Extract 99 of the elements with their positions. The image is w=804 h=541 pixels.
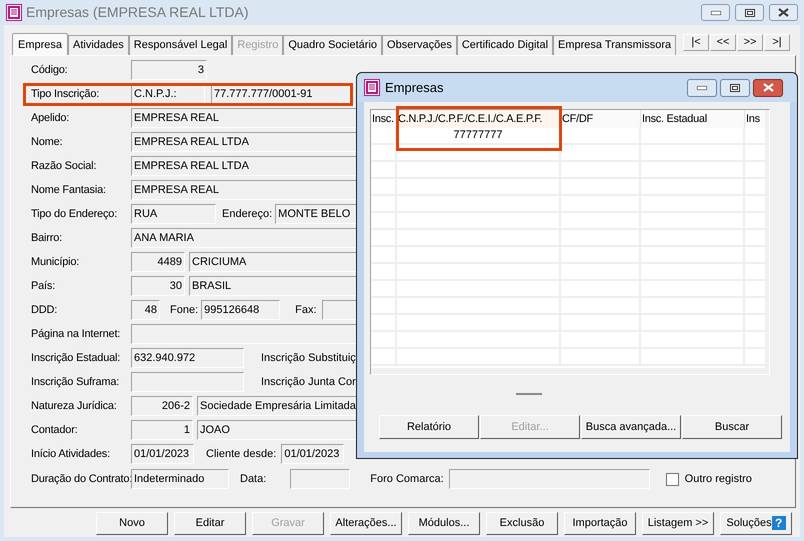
button[interactable]: Busca avançada...	[581, 415, 681, 439]
button[interactable]: Editar	[174, 512, 246, 535]
minimize-icon	[697, 86, 707, 90]
text-field[interactable]: 206-2	[131, 396, 193, 416]
text-field[interactable]: MONTE BELO	[275, 204, 357, 224]
field-label: Duração do Contrato:	[30, 472, 131, 487]
text-field[interactable]: Indeterminado	[131, 469, 229, 489]
field-label: Tipo Inscrição:	[30, 86, 100, 102]
button[interactable]: Relatório	[379, 415, 479, 439]
document-icon	[364, 79, 380, 96]
button[interactable]: Exclusão	[486, 512, 558, 535]
text-field[interactable]: 48	[131, 300, 160, 320]
tab[interactable]: Quadro Societário	[283, 35, 382, 55]
column-header[interactable]: Insc.	[371, 110, 397, 128]
text-field[interactable]	[448, 469, 650, 489]
tab[interactable]: Atividades	[68, 35, 129, 55]
button[interactable]: Listagem >>	[642, 512, 714, 535]
text-field[interactable]: CRICIUMA	[189, 252, 357, 272]
field-label: Início Atividades:	[30, 446, 111, 462]
text-field[interactable]	[131, 324, 357, 344]
tab[interactable]: Certificado Digital	[456, 35, 554, 55]
text-field[interactable]: 01/01/2023	[131, 444, 194, 464]
restore-icon	[744, 8, 754, 16]
field-label: Apelido:	[30, 110, 70, 126]
minimize-icon	[710, 10, 720, 14]
field-label: Fone:	[170, 302, 198, 318]
text-field[interactable]: 4489	[131, 252, 185, 272]
field-label: Natureza Jurídica:	[30, 398, 118, 414]
scrollbar-thumb	[516, 393, 542, 395]
nav-button[interactable]: <<	[710, 34, 736, 51]
column-header[interactable]: Ins	[745, 110, 765, 128]
text-field[interactable]: 632.940.972	[131, 348, 244, 368]
field-label: Foro Comarca:	[370, 472, 444, 487]
field-label: Inscrição Junta Cor	[261, 374, 356, 390]
nav-button[interactable]: >|	[764, 34, 790, 51]
field-label: Inscrição Estadual:	[30, 350, 122, 366]
tab[interactable]: Observações	[382, 35, 457, 55]
button[interactable]: Alterações...	[330, 512, 402, 535]
field-label: Bairro:	[30, 230, 63, 246]
text-field[interactable]: RUA	[131, 204, 216, 224]
text-field[interactable]: Sociedade Empresária Limitada	[197, 396, 357, 416]
column-header[interactable]: CF/DF	[561, 110, 641, 128]
text-field[interactable]: EMPRESA REAL	[131, 108, 357, 128]
button[interactable]: Novo	[96, 512, 168, 535]
nav-button[interactable]: |<	[683, 34, 709, 51]
help-icon: ?	[772, 516, 786, 530]
text-field[interactable]: 30	[131, 276, 185, 296]
text-field[interactable]: 01/01/2023	[281, 444, 344, 464]
text-field[interactable]	[131, 372, 244, 392]
field-label: Inscrição Suframa:	[30, 374, 120, 390]
button[interactable]: Buscar	[682, 415, 782, 439]
checkbox-label: Outro registro	[684, 472, 752, 487]
field-label: Endereço:	[222, 206, 272, 222]
text-field[interactable]: EMPRESA REAL	[131, 180, 357, 200]
close-button[interactable]	[753, 78, 783, 96]
close-icon	[762, 83, 774, 92]
field-label: Razão Social:	[30, 158, 98, 174]
minimize-button[interactable]	[701, 4, 730, 21]
field-label: Nome:	[30, 134, 64, 150]
button[interactable]: Importação	[564, 512, 636, 535]
text-field[interactable]: JOAO	[197, 420, 357, 440]
minimize-button[interactable]	[687, 78, 717, 96]
button[interactable]: Soluções ?	[720, 512, 792, 535]
tab[interactable]: Empresa Transmissora	[553, 35, 676, 55]
dialog-title: Empresas	[385, 78, 444, 97]
close-icon	[778, 8, 789, 17]
field-label: DDD:	[30, 302, 58, 318]
field-label: Município:	[30, 254, 80, 270]
field-label: Data:	[240, 472, 266, 487]
text-field[interactable]: BRASIL	[189, 276, 357, 296]
maximize-button[interactable]	[735, 4, 764, 21]
field-label: Página na Internet:	[30, 326, 122, 342]
text-field[interactable]: ANA MARIA	[131, 228, 357, 248]
field-label: Cliente desde:	[206, 446, 276, 462]
checkbox[interactable]	[666, 472, 679, 486]
restore-icon	[730, 84, 740, 92]
tab[interactable]: Responsável Legal	[128, 35, 232, 55]
field-label: Nome Fantasia:	[30, 182, 107, 198]
field-label: País:	[30, 278, 56, 294]
field-label: Fax:	[295, 302, 317, 318]
text-field[interactable]	[290, 469, 350, 489]
field-label: Código:	[30, 62, 69, 78]
field-label: Inscrição Substituiç	[261, 350, 356, 366]
column-header[interactable]: Insc. Estadual	[641, 110, 745, 128]
document-icon	[6, 4, 22, 21]
button[interactable]: Módulos...	[408, 512, 480, 535]
column-header[interactable]: C.N.P.J./C.P.F./C.E.I./C.A.E.P.F.	[397, 110, 561, 128]
text-field[interactable]: 995126648	[201, 300, 280, 320]
field-label: Tipo do Endereço:	[30, 206, 118, 222]
maximize-button[interactable]	[720, 78, 750, 96]
field-label: Contador:	[30, 422, 79, 438]
text-field[interactable]: EMPRESA REAL LTDA	[131, 156, 357, 176]
text-field[interactable]: 3	[131, 60, 207, 80]
text-field[interactable]: 1	[131, 420, 193, 440]
nav-button[interactable]: >>	[737, 34, 763, 51]
window-title: Empresas (EMPRESA REAL LTDA)	[26, 3, 249, 22]
tab[interactable]: Empresa	[12, 33, 68, 56]
text-field[interactable]: EMPRESA REAL LTDA	[131, 132, 357, 152]
close-button[interactable]	[769, 4, 798, 21]
